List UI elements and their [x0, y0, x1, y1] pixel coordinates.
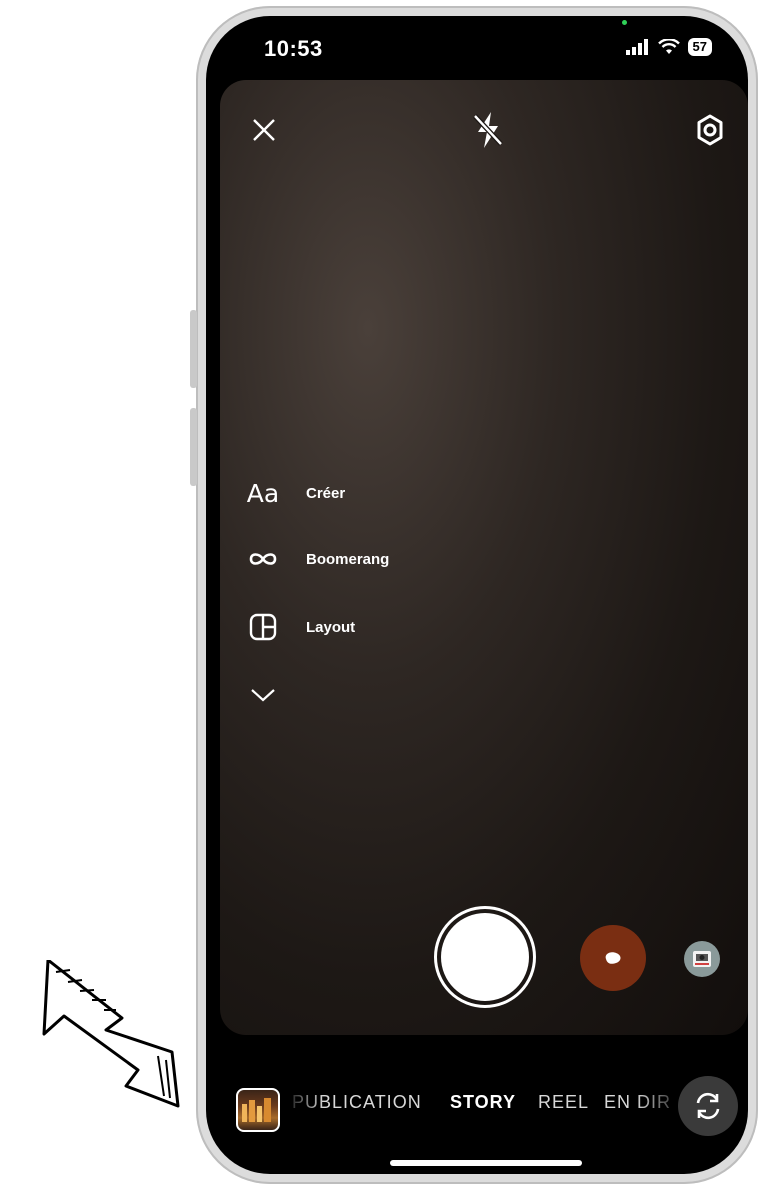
polaroid-camera-icon	[693, 951, 711, 967]
volume-down-button	[190, 408, 197, 486]
home-indicator[interactable]	[390, 1160, 582, 1166]
signal-icon	[625, 39, 648, 55]
effect-polaroid-button[interactable]	[684, 941, 720, 977]
flip-camera-button[interactable]	[678, 1076, 738, 1136]
wifi-icon	[657, 39, 680, 54]
blob-icon	[605, 952, 621, 964]
tool-boomerang-label: Boomerang	[306, 550, 390, 568]
flash-off-icon[interactable]	[468, 108, 508, 152]
layout-grid-icon	[246, 610, 280, 644]
gallery-thumbnail[interactable]	[236, 1088, 280, 1132]
shutter-button[interactable]	[434, 906, 536, 1008]
tool-layout-label: Layout	[306, 618, 356, 636]
status-icons: 57	[625, 38, 712, 56]
battery-indicator: 57	[687, 38, 712, 56]
infinity-icon	[246, 542, 280, 576]
tools-expand[interactable]	[246, 678, 280, 712]
chevron-down-icon	[246, 678, 280, 712]
tool-layout[interactable]: Layout	[246, 610, 355, 644]
mode-fade-left	[284, 1076, 324, 1136]
camera-viewfinder[interactable]: Aa Créer Boomerang Layout	[220, 80, 748, 1035]
mode-story[interactable]: STORY	[450, 1092, 516, 1113]
shutter-inner	[441, 913, 529, 1001]
flip-camera-icon	[696, 1092, 720, 1120]
text-aa-icon: Aa	[246, 478, 280, 508]
mode-reel[interactable]: REEL	[538, 1092, 589, 1113]
tool-create[interactable]: Aa Créer	[246, 476, 345, 510]
tool-boomerang[interactable]: Boomerang	[246, 542, 389, 576]
status-time: 10:53	[264, 36, 323, 61]
phone-screen: 10:53 57 Aa Créer Boomerang Layout PUBLI…	[206, 16, 748, 1174]
effect-filter-button[interactable]	[580, 925, 646, 991]
settings-gear-icon[interactable]	[690, 110, 730, 150]
close-icon[interactable]	[246, 112, 282, 148]
tool-create-label: Créer	[306, 484, 346, 502]
hand-drawn-arrow-icon	[42, 960, 180, 1108]
camera-in-use-indicator	[622, 20, 627, 25]
volume-up-button	[190, 310, 197, 388]
